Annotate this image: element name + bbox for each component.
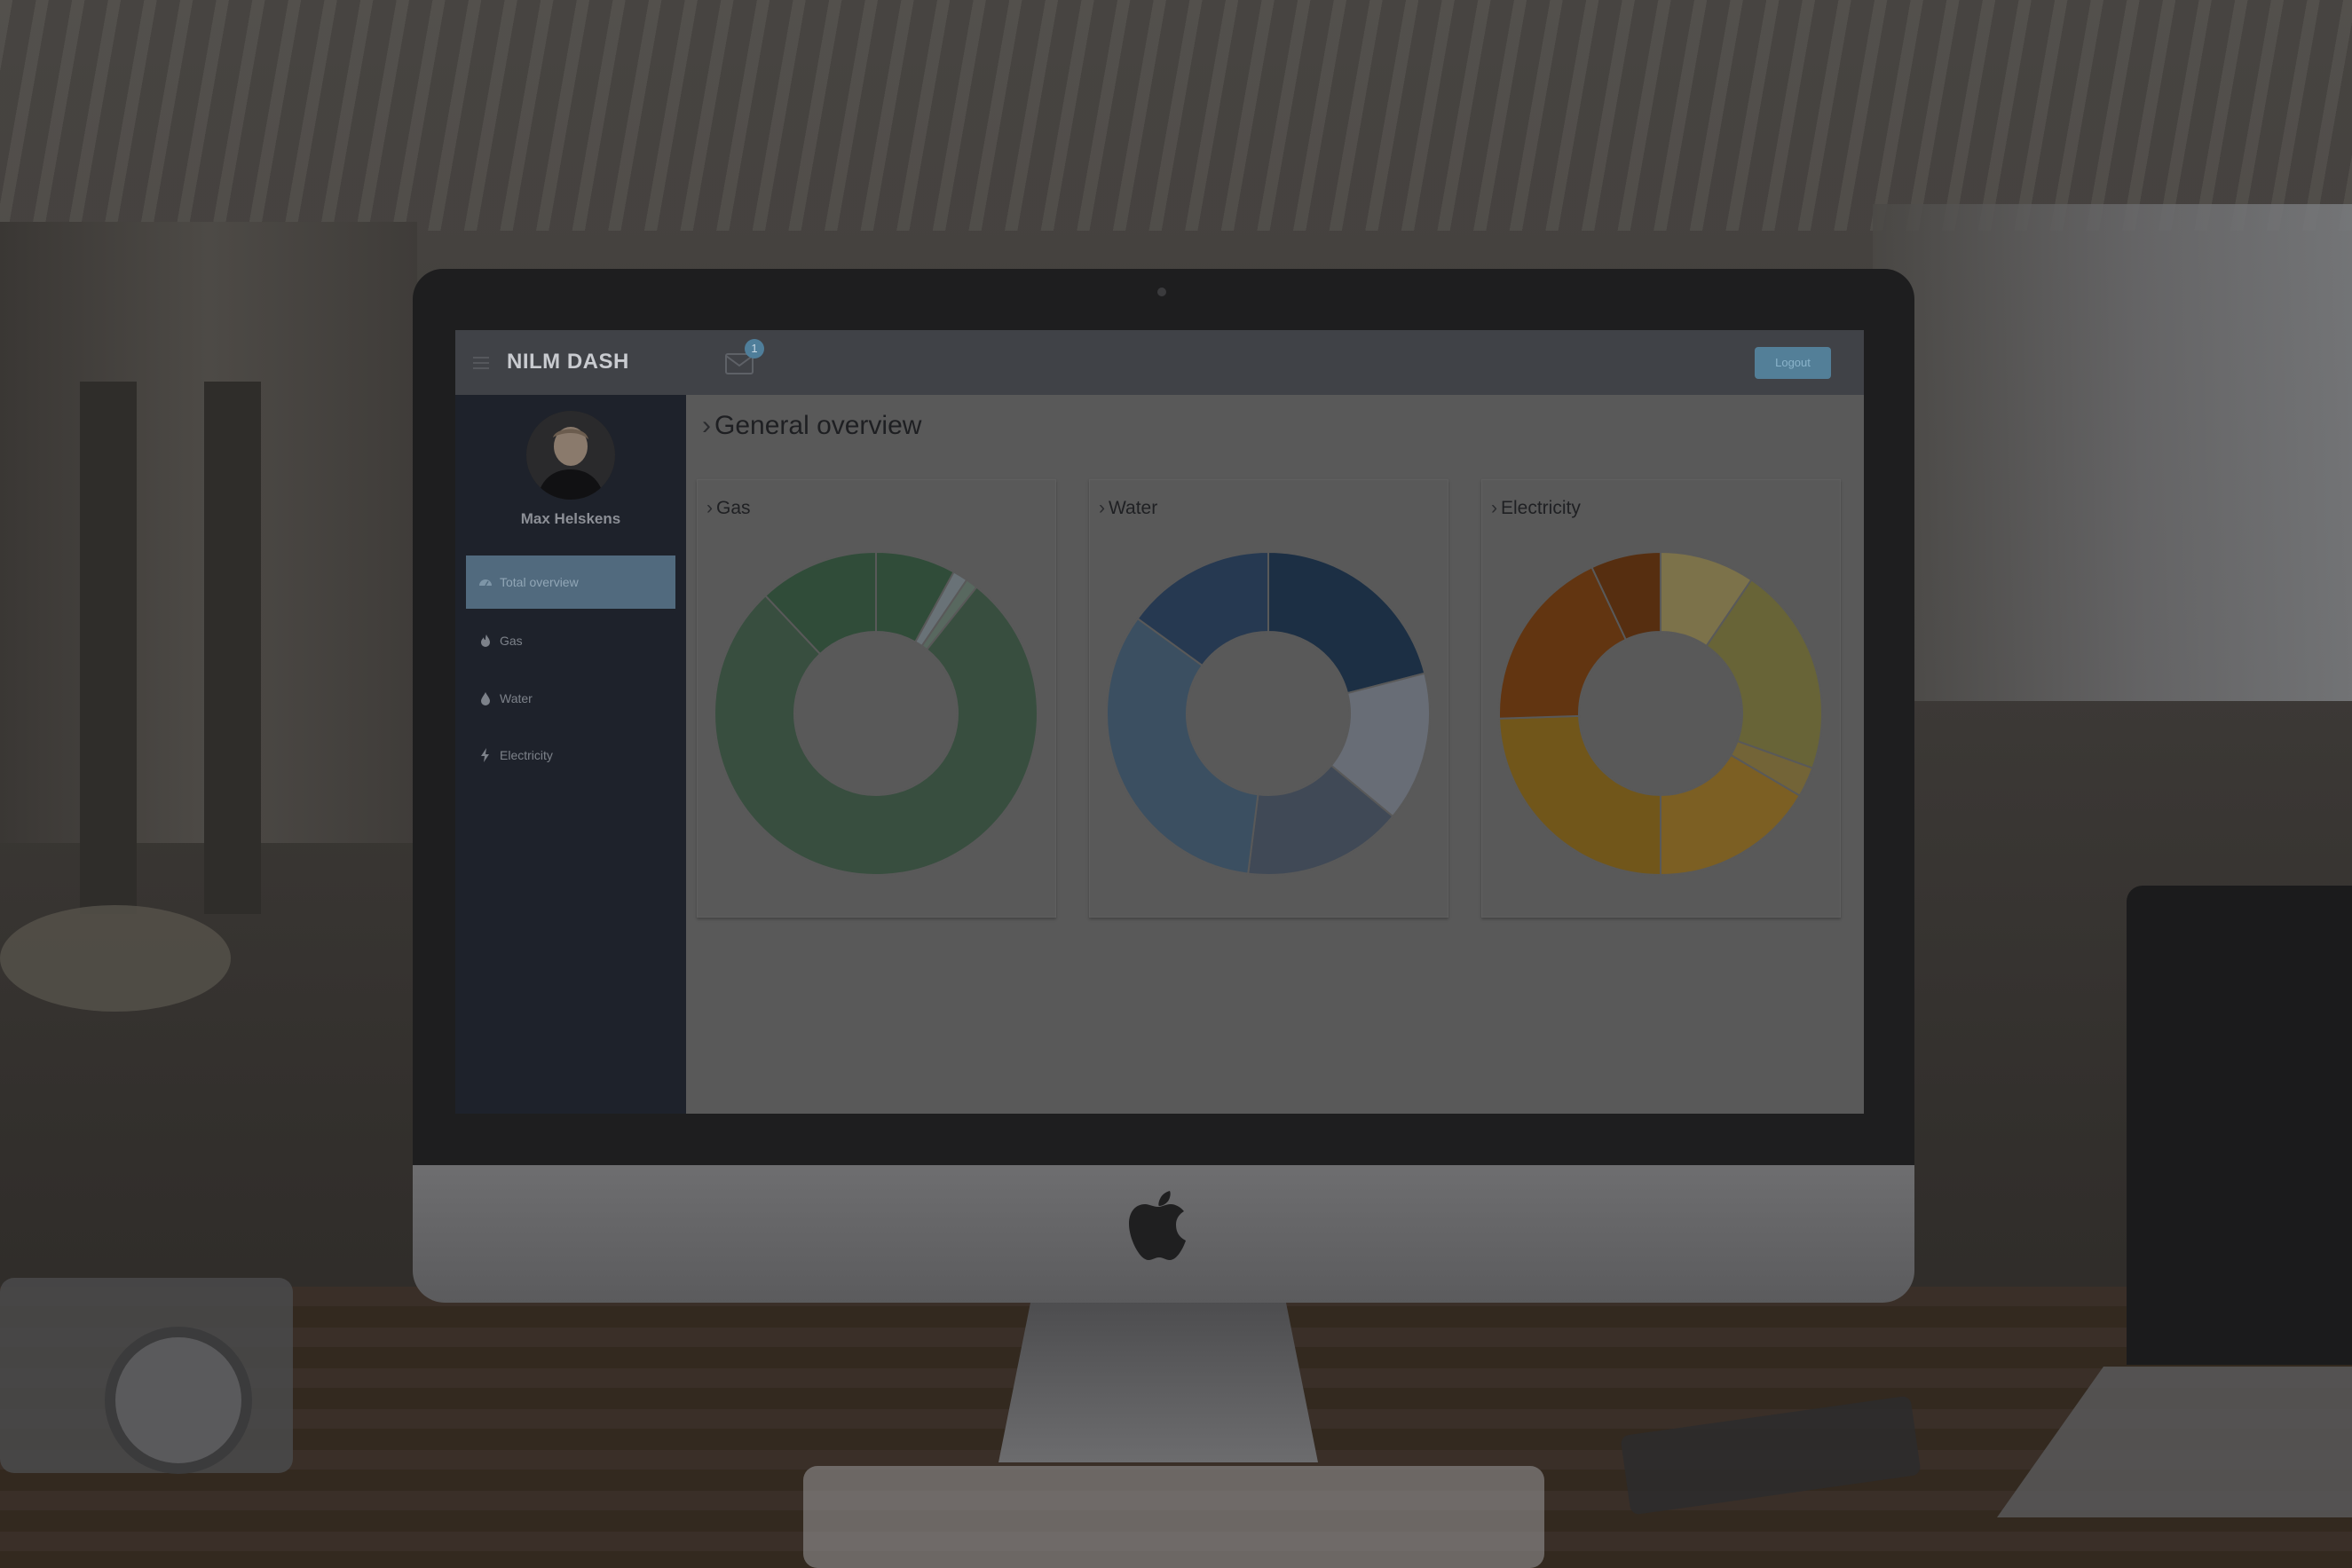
sidebar-item-label: Total overview xyxy=(500,575,579,589)
electricity-donut-chart[interactable] xyxy=(1498,551,1823,876)
background-pillar xyxy=(80,382,137,914)
chevron-right-icon: › xyxy=(706,498,713,518)
page-title: › General overview xyxy=(702,411,921,441)
page-title-text: General overview xyxy=(714,411,922,440)
logout-button[interactable]: Logout xyxy=(1755,347,1831,379)
sidebar-item-water[interactable]: Water xyxy=(466,672,675,725)
sidebar-item-total-overview[interactable]: Total overview xyxy=(466,555,675,609)
dashboard-icon xyxy=(478,575,493,589)
background-wall-right xyxy=(1873,204,2352,701)
imac-camera xyxy=(1157,288,1166,296)
camera-lens xyxy=(105,1327,252,1474)
donut-slice[interactable] xyxy=(1267,551,1426,695)
avatar[interactable] xyxy=(526,411,615,500)
chart-card-water: › Water xyxy=(1089,479,1448,918)
background-pillar xyxy=(204,382,261,914)
chart-title-text: Water xyxy=(1109,498,1158,518)
top-navbar: NILM DASH 1 Logout xyxy=(455,330,1864,395)
background-ceiling xyxy=(0,0,2352,231)
donut-slice[interactable] xyxy=(1106,617,1259,875)
user-portrait-icon xyxy=(526,411,615,500)
flame-icon xyxy=(478,634,493,648)
sidebar-item-label: Gas xyxy=(500,634,523,648)
donut-slice[interactable] xyxy=(1498,714,1661,876)
drop-icon xyxy=(478,691,493,705)
chevron-right-icon: › xyxy=(702,411,711,440)
chart-title: › Water xyxy=(1099,498,1157,519)
app-brand[interactable]: NILM DASH xyxy=(507,350,629,374)
sidebar-item-electricity[interactable]: Electricity xyxy=(466,729,675,782)
chart-title: › Electricity xyxy=(1491,498,1581,519)
sidebar-item-label: Water xyxy=(500,691,533,705)
gas-donut-chart[interactable] xyxy=(714,551,1038,876)
bolt-icon xyxy=(478,748,493,762)
chart-card-gas: › Gas xyxy=(697,479,1056,918)
chart-card-electricity: › Electricity xyxy=(1481,479,1841,918)
keyboard xyxy=(803,1466,1544,1568)
apple-logo-icon xyxy=(1129,1191,1186,1260)
dashboard-screen: NILM DASH 1 Logout Max Helskens Total ov… xyxy=(455,330,1864,1114)
user-name: Max Helskens xyxy=(520,510,621,527)
chart-title-text: Gas xyxy=(716,498,751,518)
chart-title: › Gas xyxy=(706,498,751,519)
sidebar: Max Helskens Total overview Gas Water El… xyxy=(455,395,686,1114)
hamburger-menu-icon[interactable] xyxy=(473,357,489,369)
sidebar-item-gas[interactable]: Gas xyxy=(466,614,675,667)
mail-count-badge: 1 xyxy=(745,339,764,359)
main-content: › General overview › Gas › Water › Electrici… xyxy=(686,395,1864,1114)
imac-stand xyxy=(998,1303,1318,1462)
background-plant xyxy=(0,905,231,1012)
chart-title-text: Electricity xyxy=(1501,498,1581,518)
water-donut-chart[interactable] xyxy=(1106,551,1431,876)
chevron-right-icon: › xyxy=(1491,498,1497,518)
laptop-screen xyxy=(2127,886,2352,1365)
chevron-right-icon: › xyxy=(1099,498,1105,518)
sidebar-item-label: Electricity xyxy=(500,748,553,762)
